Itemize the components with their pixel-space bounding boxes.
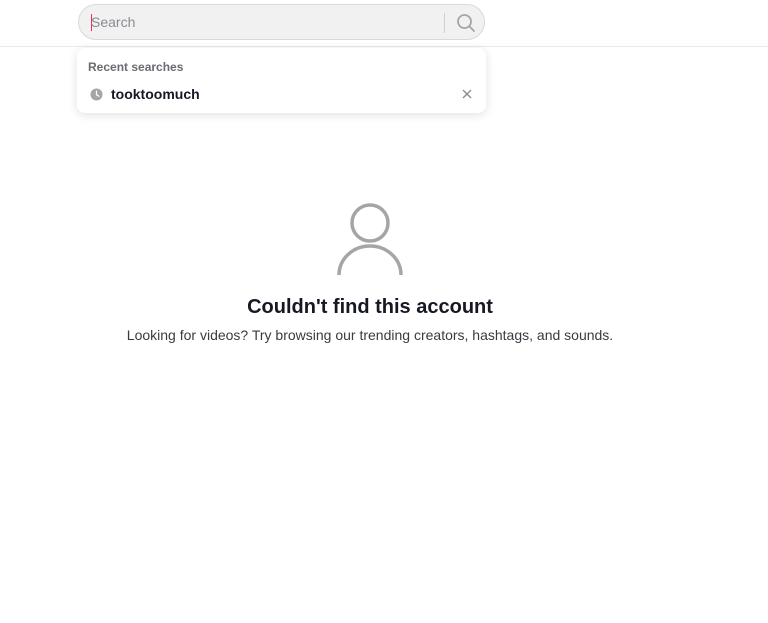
recent-search-item[interactable]: tooktoomuch [77,84,486,106]
close-icon [462,89,472,99]
search-icon [457,14,475,32]
clock-icon [90,88,103,101]
text-caret [91,14,92,31]
search-divider [444,13,445,33]
remove-recent-search-button[interactable] [459,86,475,102]
search-input[interactable] [91,5,431,39]
recent-searches-title: Recent searches [88,60,184,74]
recent-search-label: tooktoomuch [111,86,200,102]
recent-searches-dropdown: Recent searches tooktoomuch [77,48,486,113]
search-box [78,4,485,40]
search-button[interactable] [451,8,481,38]
user-icon [337,203,403,276]
empty-state-description: Looking for videos? Try browsing our tre… [126,327,614,343]
empty-state-title: Couldn't find this account [247,296,493,318]
header-bar [0,0,768,47]
